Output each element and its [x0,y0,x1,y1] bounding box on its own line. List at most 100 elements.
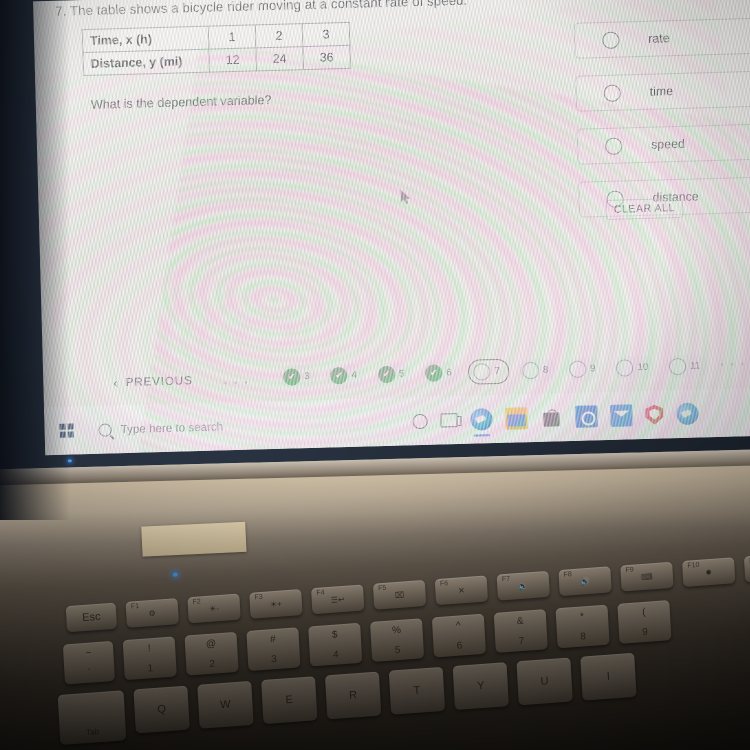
cell: 12 [208,47,257,73]
snowflake-icon: ✹ [705,567,713,577]
security-shield-icon[interactable] [645,404,664,424]
radio-icon[interactable] [604,136,623,155]
pill-number: 11 [690,360,701,372]
key-f7[interactable]: F7 🔉 [496,570,550,601]
key-f4[interactable]: F4 ☰↩ [311,584,365,615]
start-button[interactable] [44,423,88,438]
key-i[interactable]: I [580,652,637,701]
row-label: Distance, y (mi) [82,49,210,76]
pill-number: 6 [446,367,452,379]
display-switch-icon: ☰↩ [330,594,345,605]
key-tab[interactable]: Tab [57,690,127,746]
key-f8[interactable]: F8 🔊 [558,566,612,597]
question-pill-8[interactable]: 8 [517,358,557,383]
windows-logo-icon [59,423,74,438]
file-explorer-icon[interactable] [505,407,528,430]
microsoft-store-icon[interactable] [540,406,563,429]
question-pill-5[interactable]: ✔ 5 [373,362,413,387]
key-t[interactable]: T [388,666,446,715]
radio-icon[interactable] [602,31,620,49]
taskbar-icons [412,402,699,437]
key-lower-label: ` [87,667,92,679]
key-fn-label: F3 [254,593,263,602]
empty-circle-icon [569,360,587,379]
key-f10[interactable]: F10 ✹ [682,557,736,587]
key-lower-label: 5 [394,644,401,657]
empty-circle-icon [668,357,687,376]
option-time[interactable]: time [575,70,750,112]
key-label: W [219,698,231,712]
question-pill-10[interactable]: 10 [612,355,657,380]
radio-icon[interactable] [603,84,621,102]
key-upper-label: % [391,624,402,637]
key-f9[interactable]: F9 ⌨ [620,561,674,592]
key-e[interactable]: E [261,676,318,725]
key-f3[interactable]: F3 ☀+ [249,589,303,619]
question-pill-6[interactable]: ✔ 6 [420,360,460,386]
key-fn-label: F4 [316,589,325,597]
laptop-lid: 7. The table shows a bicycle rider movin… [0,0,750,487]
data-table: Time, x (h) 1 2 3 Distance, y (mi) 12 24… [82,22,351,76]
key-6[interactable]: ^ 6 [431,613,486,658]
cortana-icon[interactable] [412,413,428,429]
mute-icon: ✕ [457,585,465,596]
question-pill-7-current[interactable]: 7 [468,358,510,385]
edge-icon[interactable] [470,408,493,437]
key-r[interactable]: R [324,671,382,720]
key-lower-label: 7 [518,635,525,648]
key-upper-label: ( [641,606,646,619]
question-pill-11[interactable]: 11 [664,354,709,379]
key-backtick[interactable]: ~ ` [62,640,115,685]
key-label: U [540,675,549,688]
key-label: E [285,693,294,707]
brightness-up-icon: ☀+ [269,598,283,609]
key-esc[interactable]: Esc [65,602,118,633]
key-upper-label: # [269,634,276,646]
key-f5[interactable]: F5 ⌧ [372,579,427,610]
outlook-icon[interactable] [575,405,598,428]
previous-button[interactable]: ‹ PREVIOUS [113,373,193,390]
key-y[interactable]: Y [452,662,509,711]
key-7[interactable]: & 7 [493,609,548,653]
question-pill-4[interactable]: ✔ 4 [326,363,366,388]
key-9[interactable]: ( 9 [617,600,672,644]
question-pill-9[interactable]: 9 [564,357,604,382]
key-3[interactable]: # 3 [246,627,301,672]
key-f11[interactable]: F11 [743,552,750,583]
trailing-ellipsis: • • • [720,359,747,371]
key-q[interactable]: Q [133,685,190,734]
key-label: R [348,689,358,702]
key-4[interactable]: $ 4 [308,622,363,667]
key-u[interactable]: U [516,657,573,706]
key-1[interactable]: ! 1 [122,636,177,681]
search-input[interactable]: Type here to search [88,407,399,445]
edge-icon[interactable] [676,402,699,426]
key-w[interactable]: W [197,680,254,729]
running-indicator [473,434,490,437]
key-fn-label: F6 [439,580,449,588]
option-speed[interactable]: speed [576,123,750,165]
option-rate[interactable]: rate [573,17,750,59]
key-fn-label: F9 [625,566,634,575]
key-f6[interactable]: F6 ✕ [434,575,489,606]
key-upper-label: & [516,615,524,628]
clear-all-button[interactable]: CLEAR ALL [605,197,684,220]
mail-icon[interactable] [610,404,633,427]
question-prompt: What is the dependent variable? [90,92,272,112]
keyboard-backlight-icon: ⌨ [640,571,653,582]
previous-label: PREVIOUS [125,374,193,390]
key-5[interactable]: % 5 [370,618,425,662]
mouse-cursor-icon [400,189,411,205]
row-label: Time, x (h) [82,26,209,53]
key-f2[interactable]: F2 ☀- [187,593,241,624]
touchpad-toggle-icon: ⌧ [394,589,405,600]
key-f1[interactable]: F1 ⚙ [125,598,179,628]
question-pill-3[interactable]: ✔ 3 [278,364,318,389]
photo-of-laptop-screen: 7. The table shows a bicycle rider movin… [0,0,750,750]
empty-circle-icon [521,361,540,380]
key-lower-label: 9 [641,626,649,639]
key-2[interactable]: @ 2 [184,631,239,676]
key-lower-label: 3 [270,653,278,666]
key-8[interactable]: * 8 [555,604,610,649]
task-view-icon[interactable] [440,413,458,428]
